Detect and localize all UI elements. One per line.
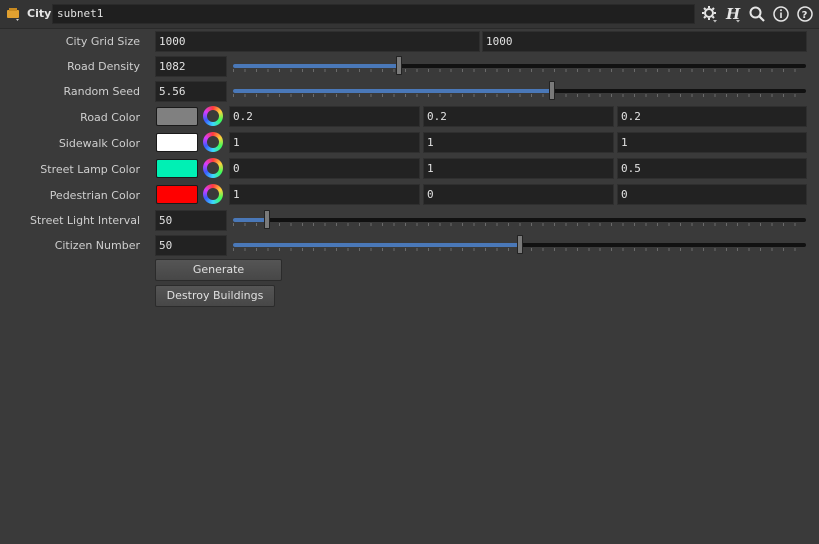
node-type-icon[interactable]	[6, 7, 22, 21]
pedestrian-color-wheel-icon[interactable]	[203, 184, 223, 204]
road-color-wheel-icon[interactable]	[203, 106, 223, 126]
citizen-number-slider-fill	[233, 243, 520, 247]
houdini-h-icon[interactable]: H	[724, 5, 742, 23]
pedestrian-color-r-field[interactable]: 1	[229, 184, 420, 205]
road-color-swatch[interactable]	[156, 107, 198, 126]
search-icon[interactable]	[748, 5, 766, 23]
random-seed-slider[interactable]	[233, 89, 806, 93]
street-light-interval-field[interactable]: 50	[155, 210, 227, 231]
street-light-interval-slider-fill	[233, 218, 268, 222]
road-color-r-field[interactable]: 0.2	[229, 106, 420, 127]
pedestrian-color-b-field[interactable]: 0	[617, 184, 807, 205]
road-color-label: Road Color	[80, 111, 140, 124]
node-type-label: City	[27, 7, 52, 20]
city-grid-size-y-field[interactable]: 1000	[482, 31, 807, 52]
road-density-slider[interactable]	[233, 64, 806, 68]
random-seed-slider-handle[interactable]	[548, 81, 555, 100]
street-lamp-color-g-field[interactable]: 1	[423, 158, 614, 179]
city-grid-size-x-field[interactable]: 1000	[155, 31, 480, 52]
road-density-label: Road Density	[67, 60, 140, 73]
citizen-number-slider-handle[interactable]	[516, 235, 523, 254]
street-lamp-color-label: Street Lamp Color	[40, 163, 140, 176]
citizen-number-field[interactable]: 50	[155, 235, 227, 256]
citizen-number-label: Citizen Number	[54, 239, 140, 252]
road-density-ticks	[233, 69, 806, 72]
sidewalk-color-label: Sidewalk Color	[58, 137, 140, 150]
road-color-g-field[interactable]: 0.2	[423, 106, 614, 127]
road-density-slider-handle[interactable]	[396, 56, 403, 75]
random-seed-field[interactable]: 5.56	[155, 81, 227, 102]
street-lamp-color-r-field[interactable]: 0	[229, 158, 420, 179]
generate-buildings-button[interactable]: Generate Buildings	[155, 259, 282, 296]
pedestrian-color-g-field[interactable]: 0	[423, 184, 614, 205]
street-light-interval-slider-handle[interactable]	[264, 210, 271, 229]
destroy-buildings-button[interactable]: Destroy Buildings	[155, 285, 275, 307]
random-seed-slider-fill	[233, 89, 552, 93]
gear-icon[interactable]	[700, 5, 718, 23]
street-lamp-color-swatch[interactable]	[156, 159, 198, 178]
pedestrian-color-label: Pedestrian Color	[49, 189, 140, 202]
svg-text:?: ?	[802, 10, 808, 21]
sidewalk-color-r-field[interactable]: 1	[229, 132, 420, 153]
street-light-interval-label: Street Light Interval	[30, 214, 140, 227]
road-density-slider-fill	[233, 64, 400, 68]
road-color-b-field[interactable]: 0.2	[617, 106, 807, 127]
node-name-input[interactable]: subnet1	[52, 4, 695, 24]
street-lamp-color-b-field[interactable]: 0.5	[617, 158, 807, 179]
pedestrian-color-swatch[interactable]	[156, 185, 198, 204]
city-grid-size-label: City Grid Size	[65, 35, 140, 48]
info-icon[interactable]	[772, 5, 790, 23]
sidewalk-color-b-field[interactable]: 1	[617, 132, 807, 153]
sidewalk-color-g-field[interactable]: 1	[423, 132, 614, 153]
street-light-interval-slider[interactable]	[233, 218, 806, 222]
random-seed-ticks	[233, 94, 806, 97]
random-seed-label: Random Seed	[63, 85, 140, 98]
sidewalk-color-wheel-icon[interactable]	[203, 132, 223, 152]
street-lamp-color-wheel-icon[interactable]	[203, 158, 223, 178]
sidewalk-color-swatch[interactable]	[156, 133, 198, 152]
street-light-interval-ticks	[233, 223, 806, 226]
road-density-field[interactable]: 1082	[155, 56, 227, 77]
help-icon[interactable]: ?	[796, 5, 814, 23]
parameter-header: City subnet1 H ?	[0, 0, 819, 29]
